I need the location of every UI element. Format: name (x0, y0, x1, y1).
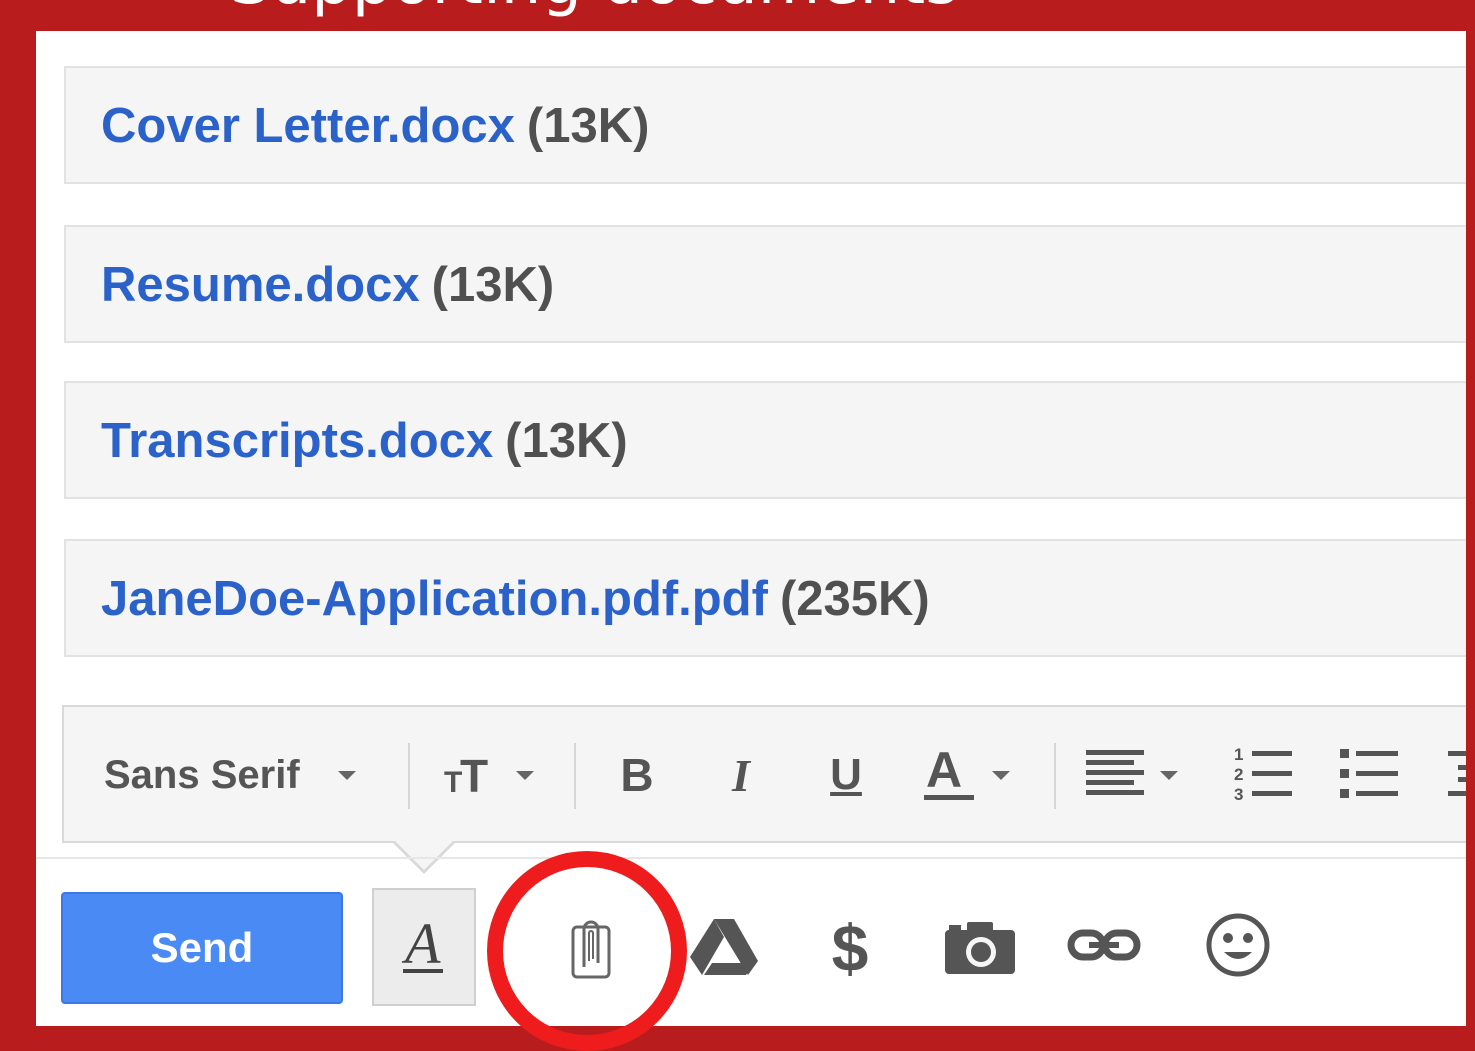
insert-link-button[interactable] (1066, 921, 1142, 973)
text-size-icon: T T (442, 748, 502, 803)
send-money-button[interactable]: $ (820, 911, 880, 985)
divider (36, 857, 1466, 859)
text-color-button[interactable]: A (922, 737, 1010, 813)
attachment-link[interactable]: Resume.docx (13K) (101, 259, 554, 311)
google-drive-icon (688, 917, 760, 982)
attachment-resume[interactable]: Resume.docx (13K) (64, 225, 1466, 343)
attach-files-button[interactable] (560, 917, 622, 985)
toolbar-pointer-fill (395, 841, 453, 870)
attachment-link[interactable]: Transcripts.docx (13K) (101, 415, 628, 467)
italic-icon: I (732, 749, 750, 801)
svg-text:1: 1 (1234, 745, 1243, 764)
insert-photo-button[interactable] (942, 917, 1018, 981)
paperclip-icon (567, 917, 615, 986)
italic-button[interactable]: I (716, 737, 766, 813)
toolbar-divider (1054, 743, 1056, 809)
compose-window: Cover Letter.docx (13K) Resume.docx (13K) … (36, 31, 1466, 1026)
chevron-down-icon (1160, 770, 1178, 780)
smiley-icon (1205, 912, 1271, 983)
chevron-down-icon (516, 770, 534, 780)
attachment-size: (13K) (526, 99, 650, 153)
dollar-icon: $ (831, 911, 869, 985)
link-icon (1067, 927, 1141, 968)
bulleted-list-button[interactable] (1340, 737, 1400, 813)
chevron-down-icon (992, 770, 1010, 780)
font-family-select[interactable]: Sans Serif (104, 737, 356, 813)
chevron-down-icon (337, 770, 356, 780)
insert-emoji-button[interactable] (1202, 911, 1274, 983)
camera-icon (943, 918, 1017, 981)
formatting-toolbar: Sans Serif T T B I U A 1 2 3 (62, 705, 1466, 843)
bulleted-list-icon (1340, 743, 1400, 808)
toolbar-divider (408, 743, 410, 809)
text-color-icon: A (922, 742, 978, 808)
bold-icon: B (620, 749, 654, 801)
numbered-list-button[interactable]: 1 2 3 (1234, 737, 1294, 813)
font-family-label: Sans Serif (104, 752, 300, 797)
indent-button[interactable] (1444, 737, 1466, 813)
underline-button[interactable]: U (821, 737, 871, 813)
attachment-application-pdf[interactable]: JaneDoe-Application.pdf.pdf (235K) (64, 539, 1466, 657)
svg-text:A: A (926, 743, 962, 798)
attachment-link[interactable]: Cover Letter.docx (13K) (101, 100, 649, 152)
underline-icon: U (830, 750, 862, 799)
svg-text:3: 3 (1234, 785, 1243, 803)
align-icon (1086, 748, 1146, 803)
insert-drive-button[interactable] (688, 917, 760, 981)
toolbar-divider (574, 743, 576, 809)
align-button[interactable] (1086, 737, 1178, 813)
text-size-button[interactable]: T T (442, 737, 534, 813)
slide-heading: Supporting documents (230, 0, 1230, 30)
formatting-options-icon: A (399, 911, 449, 982)
attachment-size: (13K) (431, 258, 555, 312)
attachment-cover-letter[interactable]: Cover Letter.docx (13K) (64, 66, 1466, 184)
attachment-link[interactable]: JaneDoe-Application.pdf.pdf (235K) (101, 573, 930, 625)
numbered-list-icon: 1 2 3 (1234, 743, 1294, 808)
attachment-size: (13K) (505, 414, 628, 468)
send-button[interactable]: Send (61, 892, 343, 1004)
indent-icon (1444, 743, 1466, 808)
svg-text:A: A (401, 913, 441, 976)
attachment-size: (235K) (779, 572, 930, 626)
attachment-transcripts[interactable]: Transcripts.docx (13K) (64, 381, 1466, 499)
svg-text:2: 2 (1234, 765, 1243, 784)
svg-text:T: T (460, 750, 488, 798)
formatting-options-button[interactable]: A (372, 888, 476, 1006)
bold-button[interactable]: B (612, 737, 662, 813)
